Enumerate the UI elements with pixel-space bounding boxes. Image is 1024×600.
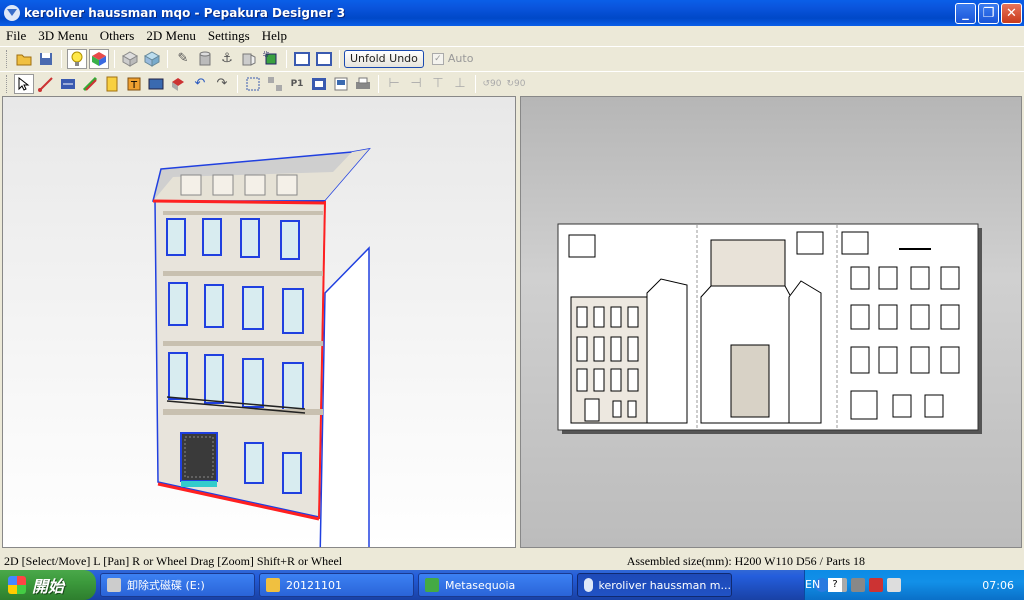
lightbulb-icon[interactable] — [67, 48, 87, 69]
menu-bar: File 3D Menu Others 2D Menu Settings Hel… — [0, 26, 1024, 46]
menu-3d[interactable]: 3D Menu — [32, 28, 93, 44]
color-cube-icon[interactable] — [89, 48, 109, 69]
pencil-icon[interactable]: ✎ — [173, 49, 193, 69]
volume-icon[interactable] — [851, 578, 865, 592]
align-bottom-icon[interactable]: ⊥ — [450, 74, 470, 94]
image-tool-icon[interactable] — [146, 74, 166, 94]
antivirus-icon[interactable] — [869, 578, 883, 592]
flap-edit-icon[interactable] — [58, 74, 78, 94]
start-label: 開始 — [32, 577, 65, 596]
rotate-cw-90-icon[interactable]: ↻ 90 — [505, 74, 527, 94]
toolbar-grip[interactable] — [6, 74, 9, 93]
windows-flag-icon — [8, 576, 26, 594]
window-title: keroliver haussman mqo - Pepakura Design… — [24, 6, 346, 20]
task-metasequoia[interactable]: Metasequoia — [418, 573, 573, 597]
building-3d-model[interactable] — [3, 97, 515, 600]
toolbar-separator — [286, 49, 287, 68]
help-icon[interactable]: ? — [828, 578, 842, 592]
align-right-icon[interactable]: ⊣ — [406, 74, 426, 94]
flap-icon[interactable] — [239, 49, 259, 69]
toolbar-grip[interactable] — [6, 49, 9, 68]
fit-view-icon[interactable] — [243, 74, 263, 94]
application-window: keroliver haussman mqo - Pepakura Design… — [0, 0, 1024, 600]
status-bar: 2D [Select/Move] L [Pan] R or Wheel Drag… — [0, 552, 1024, 570]
fold-line-icon[interactable] — [80, 74, 100, 94]
auto-label: Auto — [447, 52, 474, 65]
minimize-button[interactable]: _ — [955, 3, 976, 24]
menu-settings[interactable]: Settings — [202, 28, 256, 44]
unfolded-pattern-sheet[interactable] — [521, 97, 1021, 547]
task-pepakura[interactable]: keroliver haussman m... — [577, 573, 732, 597]
toolbar-separator — [378, 74, 379, 93]
3d-view-pane[interactable] — [2, 96, 516, 600]
join-edge-icon[interactable] — [36, 74, 56, 94]
rotate-part-icon[interactable] — [168, 74, 188, 94]
printer-icon[interactable] — [353, 74, 373, 94]
checkmark-icon[interactable]: ✓ — [431, 52, 444, 65]
textured-cube-icon[interactable] — [142, 49, 162, 69]
2d-view-pane[interactable] — [520, 96, 1022, 548]
undo-arrow-icon[interactable]: ↶ — [190, 74, 210, 94]
print-preview-icon[interactable] — [331, 74, 351, 94]
align-top-icon[interactable]: ⊤ — [428, 74, 448, 94]
toolbar-separator — [339, 49, 340, 68]
align-left-icon[interactable]: ⊢ — [384, 74, 404, 94]
menu-file[interactable]: File — [0, 28, 32, 44]
pepakura-app-icon[interactable] — [4, 5, 20, 21]
maximize-button[interactable]: ❐ — [978, 3, 999, 24]
parts-list-icon[interactable] — [102, 74, 122, 94]
text-tool-icon[interactable]: T — [124, 74, 144, 94]
page-number-icon[interactable]: P1 — [287, 74, 307, 94]
drive-icon — [107, 578, 121, 592]
toolbar-separator — [475, 74, 476, 93]
edit-cube-icon[interactable] — [261, 49, 281, 69]
open-folder-icon[interactable] — [14, 49, 34, 69]
auto-checkbox[interactable]: ✓ Auto — [431, 52, 474, 65]
secondary-toolbar: T ↶ ↷ P1 ⊢ ⊣ ⊤ ⊥ ↺ 90 ↻ 90 — [0, 71, 1024, 95]
taskbar: 開始 卸除式磁碟 (E:) 20121101 Metasequoia kerol… — [0, 570, 1024, 600]
save-disk-icon[interactable] — [36, 49, 56, 69]
toolbar-separator — [114, 49, 115, 68]
export-icon[interactable] — [309, 74, 329, 94]
task-folder-20121101[interactable]: 20121101 — [259, 573, 414, 597]
redo-arrow-icon[interactable]: ↷ — [212, 74, 232, 94]
language-indicator[interactable]: EN — [805, 578, 820, 591]
cylinder-icon[interactable] — [195, 49, 215, 69]
toolbar-separator — [61, 49, 62, 68]
task-removable-disk[interactable]: 卸除式磁碟 (E:) — [100, 573, 255, 597]
wire-cube-icon[interactable] — [120, 49, 140, 69]
clock[interactable]: 07:06 — [982, 579, 1014, 592]
select-arrow-icon[interactable] — [14, 73, 34, 94]
start-button[interactable]: 開始 — [0, 570, 96, 600]
status-hint: 2D [Select/Move] L [Pan] R or Wheel Drag… — [4, 553, 343, 568]
anchor-icon[interactable]: ⚓ — [217, 49, 237, 69]
close-button[interactable]: ✕ — [1001, 3, 1022, 24]
pepakura-app-icon — [584, 578, 593, 592]
rotate-ccw-90-icon[interactable]: ↺ 90 — [481, 74, 503, 94]
single-pane-icon[interactable] — [292, 49, 312, 69]
menu-others[interactable]: Others — [94, 28, 141, 44]
tray-app-icon[interactable] — [887, 578, 901, 592]
toolbar-separator — [167, 49, 168, 68]
main-toolbar: ✎ ⚓ Unfold Undo ✓ Auto — [0, 46, 1024, 70]
split-pane-icon[interactable] — [314, 49, 334, 69]
arrange-parts-icon[interactable] — [265, 74, 285, 94]
assembled-size: Assembled size(mm): H200 W110 D56 / Part… — [626, 553, 865, 568]
menu-2d[interactable]: 2D Menu — [140, 28, 201, 44]
unfold-undo-button[interactable]: Unfold Undo — [344, 49, 424, 68]
menu-help[interactable]: Help — [256, 28, 293, 44]
folder-icon — [266, 578, 280, 592]
toolbar-separator — [237, 74, 238, 93]
svg-text:T: T — [130, 80, 138, 91]
metasequoia-leaf-icon — [425, 578, 439, 592]
title-bar[interactable]: keroliver haussman mqo - Pepakura Design… — [0, 0, 1024, 26]
